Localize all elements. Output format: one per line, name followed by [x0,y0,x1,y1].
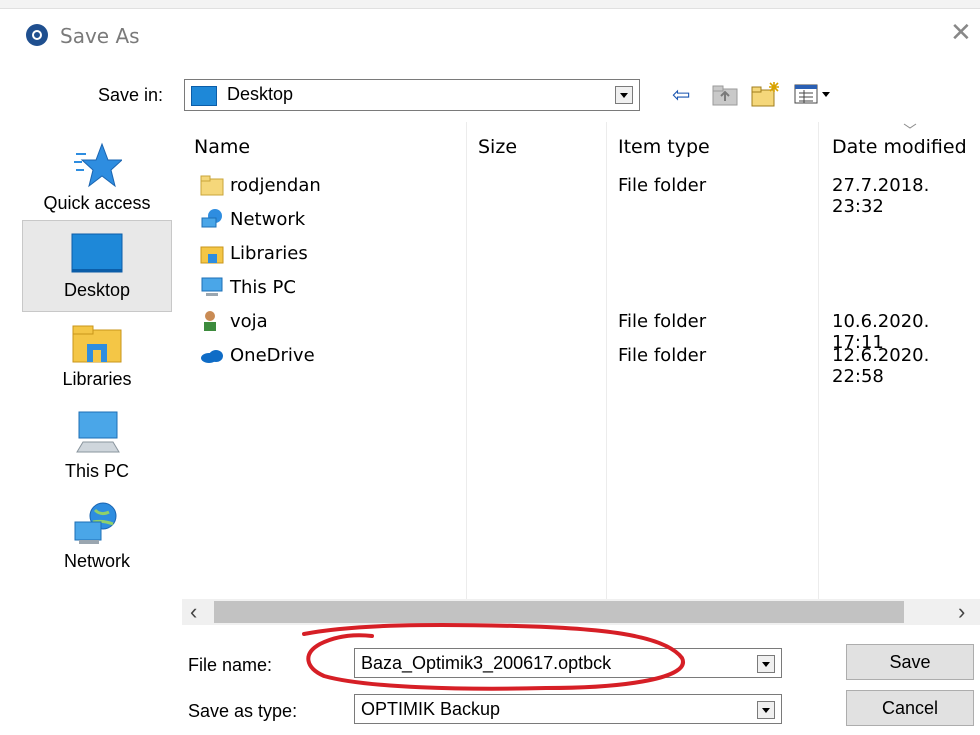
places-bar: Quick access Desktop Libraries This PC N… [18,122,182,599]
column-header-name[interactable]: Name [194,136,250,158]
libraries-icon [72,325,122,363]
file-name: Libraries [230,243,308,264]
file-name: voja [230,311,268,332]
computer-icon [76,411,120,453]
title-bar [0,0,980,70]
file-type: File folder [618,345,707,366]
place-this-pc[interactable]: This PC [22,408,172,490]
list-item[interactable]: Network [182,204,980,236]
onedrive-icon [201,350,223,363]
view-menu-icon[interactable] [794,84,834,106]
file-name: OneDrive [230,345,315,366]
place-label: Network [63,551,130,571]
file-type: File folder [618,311,707,332]
sort-chevron-icon [903,123,917,129]
column-header-size[interactable]: Size [478,136,517,158]
file-name: rodjendan [230,175,321,196]
back-icon[interactable]: ⇦ [672,82,690,108]
save-in-label: Save in: [98,85,164,105]
background-window-strip [0,0,980,9]
save-as-type-value: OPTIMIK Backup [361,699,501,719]
file-list[interactable]: Name Size Item type Date modified rodjen… [182,122,980,599]
user-icon [204,311,216,331]
up-folder-icon[interactable] [712,84,738,106]
place-network[interactable]: Network [22,500,172,584]
chevron-down-icon[interactable] [757,655,775,673]
file-name: Network [230,209,306,230]
place-label: Libraries [62,369,132,389]
file-name-label: File name: [188,655,273,675]
file-name: This PC [230,277,296,298]
list-item[interactable]: This PC [182,272,980,304]
app-icon [26,24,48,46]
save-as-type-label: Save as type: [188,701,298,721]
place-libraries[interactable]: Libraries [22,320,172,400]
scroll-left-icon[interactable]: ‹ [190,599,197,625]
place-quick-access[interactable]: Quick access [22,136,172,228]
close-icon[interactable]: ✕ [950,18,972,48]
save-button[interactable]: Save [846,644,974,680]
place-label: This PC [64,461,129,481]
cancel-button[interactable]: Cancel [846,690,974,726]
window-title: Save As [60,24,140,48]
scroll-right-icon[interactable]: › [958,599,965,625]
list-item[interactable]: Libraries [182,238,980,270]
file-date: 12.6.2020. 22:58 [832,345,930,387]
list-item[interactable]: rodjendan File folder 27.7.2018. 23:32 [182,170,980,217]
place-label: Desktop [63,280,131,300]
column-header-date[interactable]: Date modified [832,136,967,158]
save-in-value: Desktop [227,84,294,104]
save-in-dropdown[interactable]: Desktop [184,79,640,111]
network-icon [74,502,117,544]
folder-icon [200,175,224,196]
chevron-down-icon[interactable] [757,701,775,719]
desktop-icon [71,233,123,273]
red-circle-annotation [302,622,685,691]
place-desktop[interactable]: Desktop [22,220,172,312]
place-label: Quick access [43,193,151,213]
network-icon [201,209,222,228]
column-header-type[interactable]: Item type [618,136,710,158]
libraries-icon [200,246,224,264]
list-item[interactable]: voja File folder 10.6.2020. 17:11 [182,306,980,353]
chevron-down-icon[interactable] [615,86,633,104]
new-folder-icon[interactable] [750,80,782,108]
list-item[interactable]: OneDrive File folder 12.6.2020. 22:58 [182,340,980,387]
desktop-icon [191,86,217,106]
star-icon [74,142,124,188]
computer-icon [201,277,223,296]
file-type: File folder [618,175,707,196]
